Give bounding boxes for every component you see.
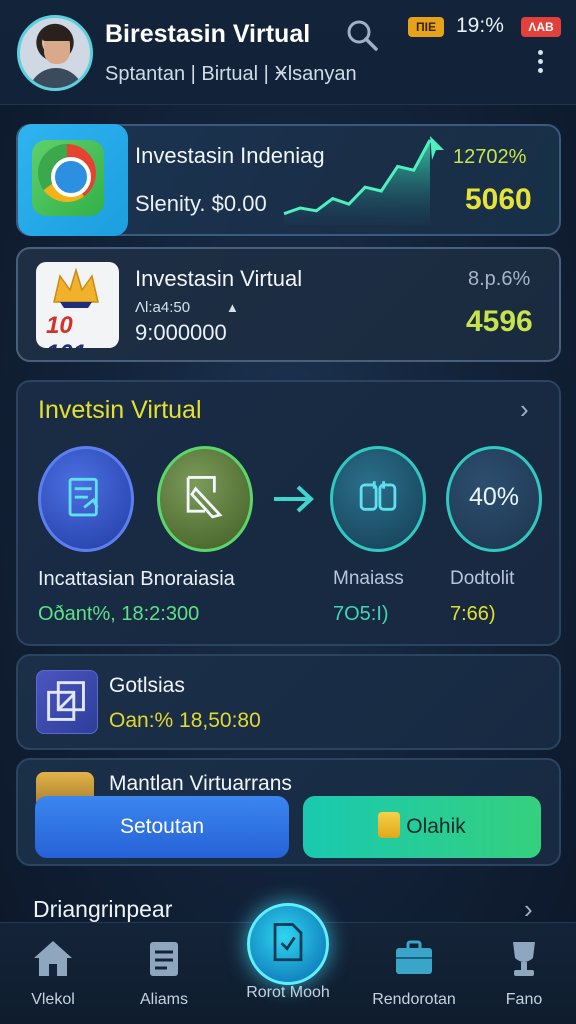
- nav-item-fame[interactable]: Fano: [492, 938, 556, 1009]
- status-percent: 19:%: [456, 14, 504, 37]
- status-badge-left: ΠΙΕ: [408, 17, 444, 37]
- nav-label-fame: Fano: [505, 991, 543, 1008]
- section-title: Driangrinpear: [33, 896, 173, 922]
- home-icon: [34, 941, 72, 976]
- crown-app-icon: 10 101: [36, 262, 119, 348]
- chevron-right-icon[interactable]: ›: [520, 394, 529, 425]
- link-icon: [359, 481, 397, 511]
- card2-subtitle: 9:000000: [135, 320, 227, 345]
- document-icon: [68, 477, 99, 517]
- primary-action-button[interactable]: Setoutan: [35, 796, 289, 858]
- search-icon[interactable]: [345, 18, 379, 52]
- card1-growth-chart: [283, 136, 444, 225]
- card3-item1-value: Oðant%, 18:2:300: [38, 603, 200, 625]
- icon-text-a: 10: [46, 312, 73, 339]
- card3-item4-label: Dodtolit: [450, 568, 515, 589]
- trophy-icon: [513, 942, 535, 976]
- card1-arrow-head: [430, 136, 444, 160]
- app-subtitle: Sptantan | Birtual | Ӿlsanyan: [105, 63, 357, 85]
- nav-label-home: Vlekol: [31, 991, 75, 1008]
- card3-item3-label: Mnaiass: [333, 568, 404, 589]
- card3-item4-value: 7:66): [450, 603, 496, 625]
- nav-item-center[interactable]: Rorot Mooh: [232, 984, 344, 1002]
- card2-value: 4596: [466, 305, 533, 338]
- briefcase-icon: [396, 940, 432, 974]
- card1-value: 5060: [465, 183, 532, 216]
- browser-app-icon: [18, 124, 128, 236]
- link-step-button[interactable]: [330, 446, 426, 552]
- card1-sparkline-area: [284, 140, 430, 225]
- nav-label-alliances: Aliams: [139, 991, 188, 1008]
- progress-ring[interactable]: 40%: [446, 446, 542, 552]
- lock-icon: [378, 812, 401, 838]
- nav-item-home[interactable]: Vlekol: [17, 938, 89, 1009]
- section-chevron-right-icon[interactable]: ›: [524, 894, 533, 925]
- card2-title: Investasin Virtual: [135, 266, 303, 291]
- card4-subtitle: Oan:% 18,50:80: [109, 709, 261, 732]
- app-title: Birestasin Virtual: [105, 20, 311, 48]
- nav-label-portfolio: Rendorotan: [372, 991, 456, 1008]
- secondary-action-label: Olahik: [406, 815, 466, 838]
- card5-title: Mantlan Virtuarrans: [109, 772, 292, 795]
- card3-title: Invetsin Virtual: [38, 396, 202, 424]
- nav-item-alliances[interactable]: Aliams: [126, 938, 202, 1009]
- progress-ring-value: 40%: [468, 483, 520, 511]
- arrow-right-icon: [274, 485, 314, 513]
- nav-item-portfolio[interactable]: Rendorotan: [362, 938, 466, 1009]
- caret-up-icon: ▲: [226, 300, 239, 315]
- card1-percent: 12702%: [453, 146, 527, 168]
- nav-label-center: Rorot Mooh: [246, 984, 330, 1001]
- clipboard-icon: [150, 942, 178, 976]
- card2-small-text: Λl:a4:50: [135, 299, 191, 316]
- avatar[interactable]: [17, 15, 93, 91]
- card1-subtitle: Slenity. $0.00: [135, 191, 267, 216]
- document-icon: [273, 923, 303, 962]
- invoice-step-button[interactable]: [38, 446, 134, 552]
- more-vertical-icon[interactable]: [534, 50, 546, 76]
- secondary-action-button[interactable]: Olahik: [303, 796, 541, 858]
- edit-step-button[interactable]: [157, 446, 253, 552]
- icon-text-b: 101: [46, 340, 86, 348]
- status-badge-right: ΛΑΒ: [521, 17, 561, 37]
- center-action-button[interactable]: [247, 903, 329, 985]
- edit-icon: [186, 476, 223, 519]
- external-link-app-icon: [36, 670, 98, 734]
- card2-percent: 8.p.6%: [468, 268, 531, 290]
- card4-title: Gotlsias: [109, 674, 185, 697]
- card3-item1-label: Incattasian Bnoraiasia: [38, 568, 235, 590]
- card3-item3-value: 7O5:I): [333, 603, 389, 625]
